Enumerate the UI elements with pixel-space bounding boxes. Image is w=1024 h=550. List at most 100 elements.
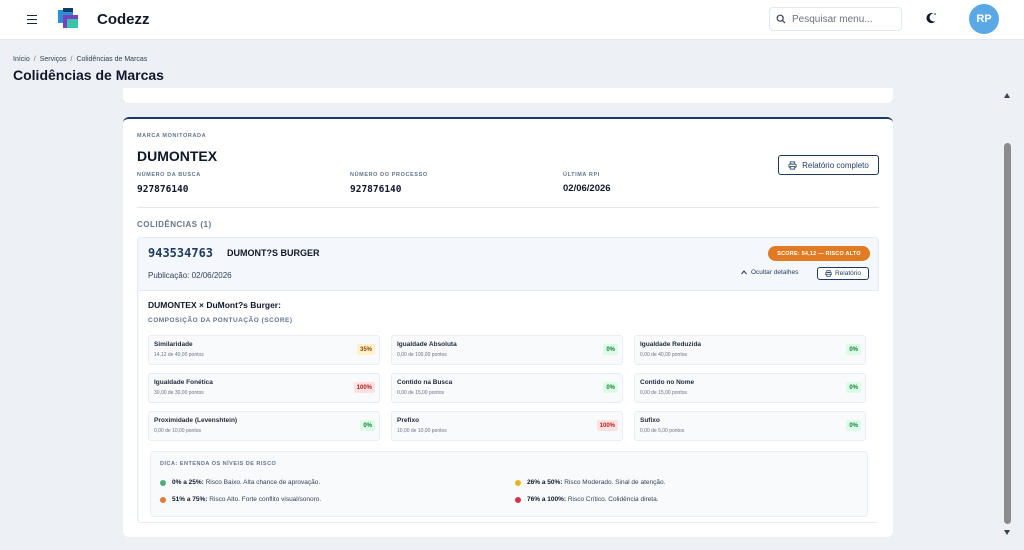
- tip-title: DICA: ENTENDA OS NÍVEIS DE RISCO: [160, 461, 277, 467]
- monitored-label: MARCA MONITORADA: [137, 133, 207, 139]
- coincidences-heading: COLIDÊNCIAS (1): [137, 220, 212, 229]
- metric-card-similarity: Similaridade 14,12 de 40,00 pontos 35%: [148, 335, 380, 365]
- breadcrumb-separator: /: [70, 56, 73, 63]
- metric-badge: 100%: [353, 382, 375, 393]
- risk-level-critical: 76% a 100%: Risco Crítico. Colidência di…: [515, 496, 659, 503]
- metric-card-contained-in-name: Contido no Nome 0,00 de 15,00 pontos 0%: [634, 373, 866, 403]
- risk-range: 26% a 50%:: [527, 479, 563, 486]
- last-rpi-date: 02/06/2026: [563, 183, 611, 194]
- metric-name: Sufixo: [640, 417, 660, 424]
- menu-icon[interactable]: [24, 12, 40, 26]
- monitored-brand-name: DUMONTEX: [137, 148, 218, 164]
- metric-points: 0,00 de 15,00 pontos: [397, 390, 444, 396]
- monitored-brand-card: MARCA MONITORADA DUMONTEX NÚMERO DA BUSC…: [123, 117, 893, 537]
- metric-card-phonetic-equality: Igualdade Fonética 30,00 de 30,00 pontos…: [148, 373, 380, 403]
- search-input[interactable]: [792, 13, 892, 25]
- metric-name: Proximidade (Levenshtein): [154, 417, 238, 424]
- risk-level-low: 0% a 25%: Risco Baixo. Alta chance de ap…: [160, 479, 320, 486]
- metric-card-absolute-equality: Igualdade Absoluta 0,00 de 100,00 pontos…: [391, 335, 623, 365]
- metric-name: Igualdade Reduzida: [640, 341, 702, 348]
- metric-points: 0,00 de 100,00 pontos: [397, 352, 447, 358]
- risk-range: 76% a 100%:: [527, 496, 567, 503]
- full-report-button[interactable]: Relatório completo: [778, 155, 879, 175]
- top-bar: Codezz RP: [0, 0, 1024, 40]
- printer-icon: [825, 270, 832, 277]
- previous-card: [123, 88, 893, 103]
- comparison-title: DUMONTEX × DuMont?s Burger:: [148, 300, 281, 310]
- hide-details-toggle[interactable]: Ocultar detalhes: [741, 269, 798, 276]
- composition-heading: COMPOSIÇÃO DA PONTUAÇÃO (SCORE): [148, 317, 293, 324]
- full-report-label: Relatório completo: [802, 160, 869, 170]
- search-icon: [776, 14, 786, 24]
- scrollbar-thumb[interactable]: [1004, 143, 1011, 524]
- metric-name: Contido no Nome: [640, 379, 695, 386]
- metric-badge: 35%: [356, 344, 375, 355]
- risk-text: Risco Crítico. Colidência direta.: [567, 496, 659, 503]
- logo-icon: [58, 8, 78, 28]
- metric-points: 0,00 de 40,00 pontos: [640, 352, 687, 358]
- search-number: 927876140: [137, 184, 189, 195]
- breadcrumb-separator: /: [33, 56, 36, 63]
- search-box[interactable]: [769, 7, 902, 31]
- metric-points: 30,00 de 30,00 pontos: [154, 390, 204, 396]
- metric-name: Contido na Busca: [397, 379, 453, 386]
- moderate-risk-dot-icon: [515, 479, 521, 486]
- breadcrumb-home[interactable]: Início: [13, 56, 30, 63]
- metric-points: 14,12 de 40,00 pontos: [154, 352, 204, 358]
- process-number: 927876140: [350, 184, 402, 195]
- metric-card-prefix: Prefixo 10,00 de 10,00 pontos 100%: [391, 411, 623, 441]
- metric-card-reduced-equality: Igualdade Reduzida 0,00 de 40,00 pontos …: [634, 335, 866, 365]
- metric-badge: 0%: [360, 420, 375, 431]
- match-report-label: Relatório: [834, 270, 861, 277]
- scroll-up-arrow[interactable]: [1004, 93, 1010, 98]
- risk-text: Risco Baixo. Alta chance de aprovação.: [205, 479, 321, 486]
- page-title: Colidências de Marcas: [13, 67, 164, 83]
- metric-points: 0,00 de 10,00 pontos: [154, 428, 201, 434]
- metric-name: Igualdade Fonética: [154, 379, 213, 386]
- metric-card-contained-in-search: Contido na Busca 0,00 de 15,00 pontos 0%: [391, 373, 623, 403]
- high-risk-dot-icon: [160, 496, 166, 503]
- metric-badge: 0%: [603, 382, 618, 393]
- risk-level-moderate: 26% a 50%: Risco Moderado. Sinal de aten…: [515, 479, 665, 486]
- divider: [137, 207, 879, 208]
- coincidence-item: 943534763 DUMONT?S BURGER Publicação: 02…: [137, 237, 879, 523]
- metric-badge: 100%: [596, 420, 618, 431]
- metric-name: Similaridade: [154, 341, 193, 348]
- avatar[interactable]: RP: [969, 4, 999, 34]
- breadcrumb-current: Colidências de Marcas: [76, 56, 148, 63]
- chevron-up-icon: [741, 270, 747, 275]
- metric-name: Prefixo: [397, 417, 420, 424]
- metric-points: 10,00 de 10,00 pontos: [397, 428, 447, 434]
- critical-risk-dot-icon: [515, 496, 521, 503]
- process-number-label: NÚMERO DO PROCESSO: [350, 172, 428, 178]
- low-risk-dot-icon: [160, 479, 166, 486]
- last-rpi-label: ÚLTIMA RPI: [563, 172, 600, 178]
- metric-badge: 0%: [846, 382, 861, 393]
- risk-range: 51% a 75%:: [172, 496, 208, 503]
- breadcrumb: Início / Serviços / Colidências de Marca…: [13, 56, 147, 63]
- metric-card-suffix: Sufixo 0,00 de 5,00 pontos 0%: [634, 411, 866, 441]
- risk-range: 0% a 25%:: [172, 479, 204, 486]
- match-details: DUMONTEX × DuMont?s Burger: COMPOSIÇÃO D…: [139, 290, 879, 522]
- risk-levels-tip: DICA: ENTENDA OS NÍVEIS DE RISCO 0% a 25…: [150, 451, 868, 517]
- risk-text: Risco Moderado. Sinal de atenção.: [564, 479, 666, 486]
- risk-text: Risco Alto. Forte conflito visual/sonoro…: [209, 496, 322, 503]
- score-badge: SCORE: 54,12 — RISCO ALTO: [768, 246, 870, 261]
- brand-name[interactable]: Codezz: [97, 11, 150, 28]
- printer-icon: [788, 160, 797, 170]
- search-number-label: NÚMERO DA BUSCA: [137, 172, 201, 178]
- metric-badge: 0%: [846, 344, 861, 355]
- metric-badge: 0%: [603, 344, 618, 355]
- metric-points: 0,00 de 5,00 pontos: [640, 428, 685, 434]
- match-process-number[interactable]: 943534763: [148, 246, 213, 260]
- breadcrumb-services[interactable]: Serviços: [40, 56, 67, 63]
- publication-date: Publicação: 02/06/2026: [148, 271, 232, 280]
- metric-name: Igualdade Absoluta: [397, 341, 457, 348]
- hide-details-label: Ocultar detalhes: [751, 269, 799, 276]
- match-report-button[interactable]: Relatório: [817, 267, 869, 280]
- match-brand-name: DUMONT?S BURGER: [227, 248, 320, 258]
- moon-icon[interactable]: [923, 10, 939, 26]
- scroll-down-arrow[interactable]: [1004, 530, 1010, 535]
- risk-level-high: 51% a 75%: Risco Alto. Forte conflito vi…: [160, 496, 321, 503]
- metric-card-levenshtein: Proximidade (Levenshtein) 0,00 de 10,00 …: [148, 411, 380, 441]
